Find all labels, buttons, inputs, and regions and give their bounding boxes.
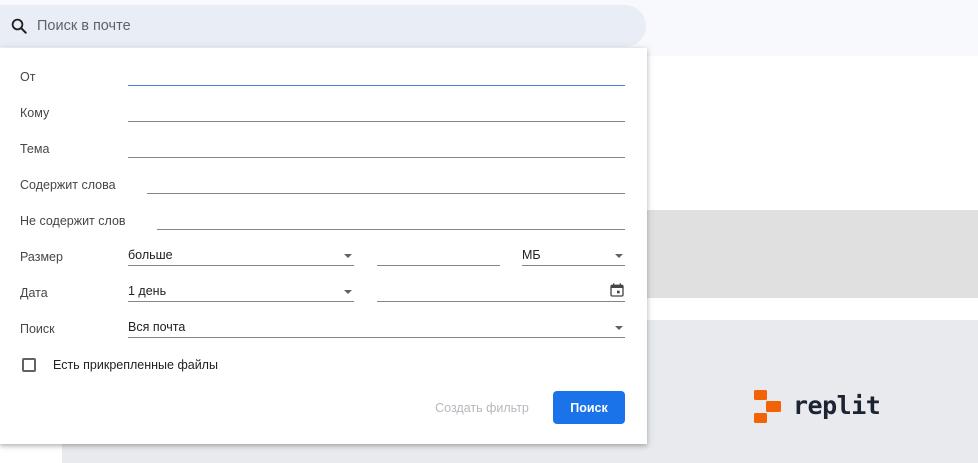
dropdown-arrow-icon bbox=[615, 326, 623, 330]
from-label: От bbox=[20, 70, 36, 84]
search-input[interactable] bbox=[37, 18, 597, 34]
dropdown-arrow-icon bbox=[344, 254, 352, 258]
replit-wordmark: replit bbox=[793, 391, 881, 420]
size-label: Размер bbox=[20, 250, 63, 264]
to-row: Кому bbox=[0, 100, 647, 130]
not-words-label: Не содержит слов bbox=[20, 214, 126, 228]
size-unit-select[interactable]: МБ bbox=[522, 244, 625, 266]
date-field[interactable] bbox=[377, 280, 625, 302]
date-row: Дата 1 день bbox=[0, 280, 647, 310]
subject-row: Тема bbox=[0, 136, 647, 166]
background-panel bbox=[640, 210, 978, 298]
size-operator-value: больше bbox=[128, 248, 173, 262]
size-row: Размер больше МБ bbox=[0, 244, 647, 274]
not-words-row: Не содержит слов bbox=[0, 208, 647, 238]
has-words-row: Содержит слова bbox=[0, 172, 647, 202]
search-in-row: Поиск Вся почта bbox=[0, 316, 647, 346]
search-in-select[interactable]: Вся почта bbox=[128, 316, 625, 338]
not-words-field[interactable] bbox=[157, 208, 625, 230]
replit-logo-icon bbox=[754, 390, 781, 423]
has-words-field[interactable] bbox=[147, 172, 625, 194]
attachment-option[interactable]: Есть прикрепленные файлы bbox=[22, 358, 218, 372]
search-icon[interactable] bbox=[10, 17, 28, 35]
from-row: От bbox=[0, 64, 647, 94]
subject-label: Тема bbox=[20, 142, 50, 156]
has-words-label: Содержит слова bbox=[20, 178, 116, 192]
to-label: Кому bbox=[20, 106, 50, 120]
search-in-value: Вся почта bbox=[128, 320, 186, 334]
date-range-select[interactable]: 1 день bbox=[128, 280, 354, 302]
attachment-label: Есть прикрепленные файлы bbox=[53, 358, 218, 372]
size-unit-value: МБ bbox=[522, 248, 541, 262]
dropdown-arrow-icon bbox=[615, 254, 623, 258]
date-range-value: 1 день bbox=[128, 284, 167, 298]
from-field[interactable] bbox=[128, 64, 625, 86]
dropdown-arrow-icon bbox=[344, 290, 352, 294]
advanced-search-panel: От Кому Тема Содержит слова Не содержит … bbox=[0, 48, 647, 444]
to-field[interactable] bbox=[128, 100, 625, 122]
date-label: Дата bbox=[20, 286, 48, 300]
attachment-checkbox[interactable] bbox=[22, 358, 36, 372]
size-value-field[interactable] bbox=[377, 244, 500, 266]
create-filter-button[interactable]: Создать фильтр bbox=[424, 392, 540, 424]
search-button[interactable]: Поиск bbox=[553, 391, 625, 424]
subject-field[interactable] bbox=[128, 136, 625, 158]
size-operator-select[interactable]: больше bbox=[128, 244, 354, 266]
search-in-label: Поиск bbox=[20, 322, 55, 336]
mail-search-bar[interactable] bbox=[0, 5, 646, 47]
calendar-icon[interactable] bbox=[609, 282, 625, 298]
